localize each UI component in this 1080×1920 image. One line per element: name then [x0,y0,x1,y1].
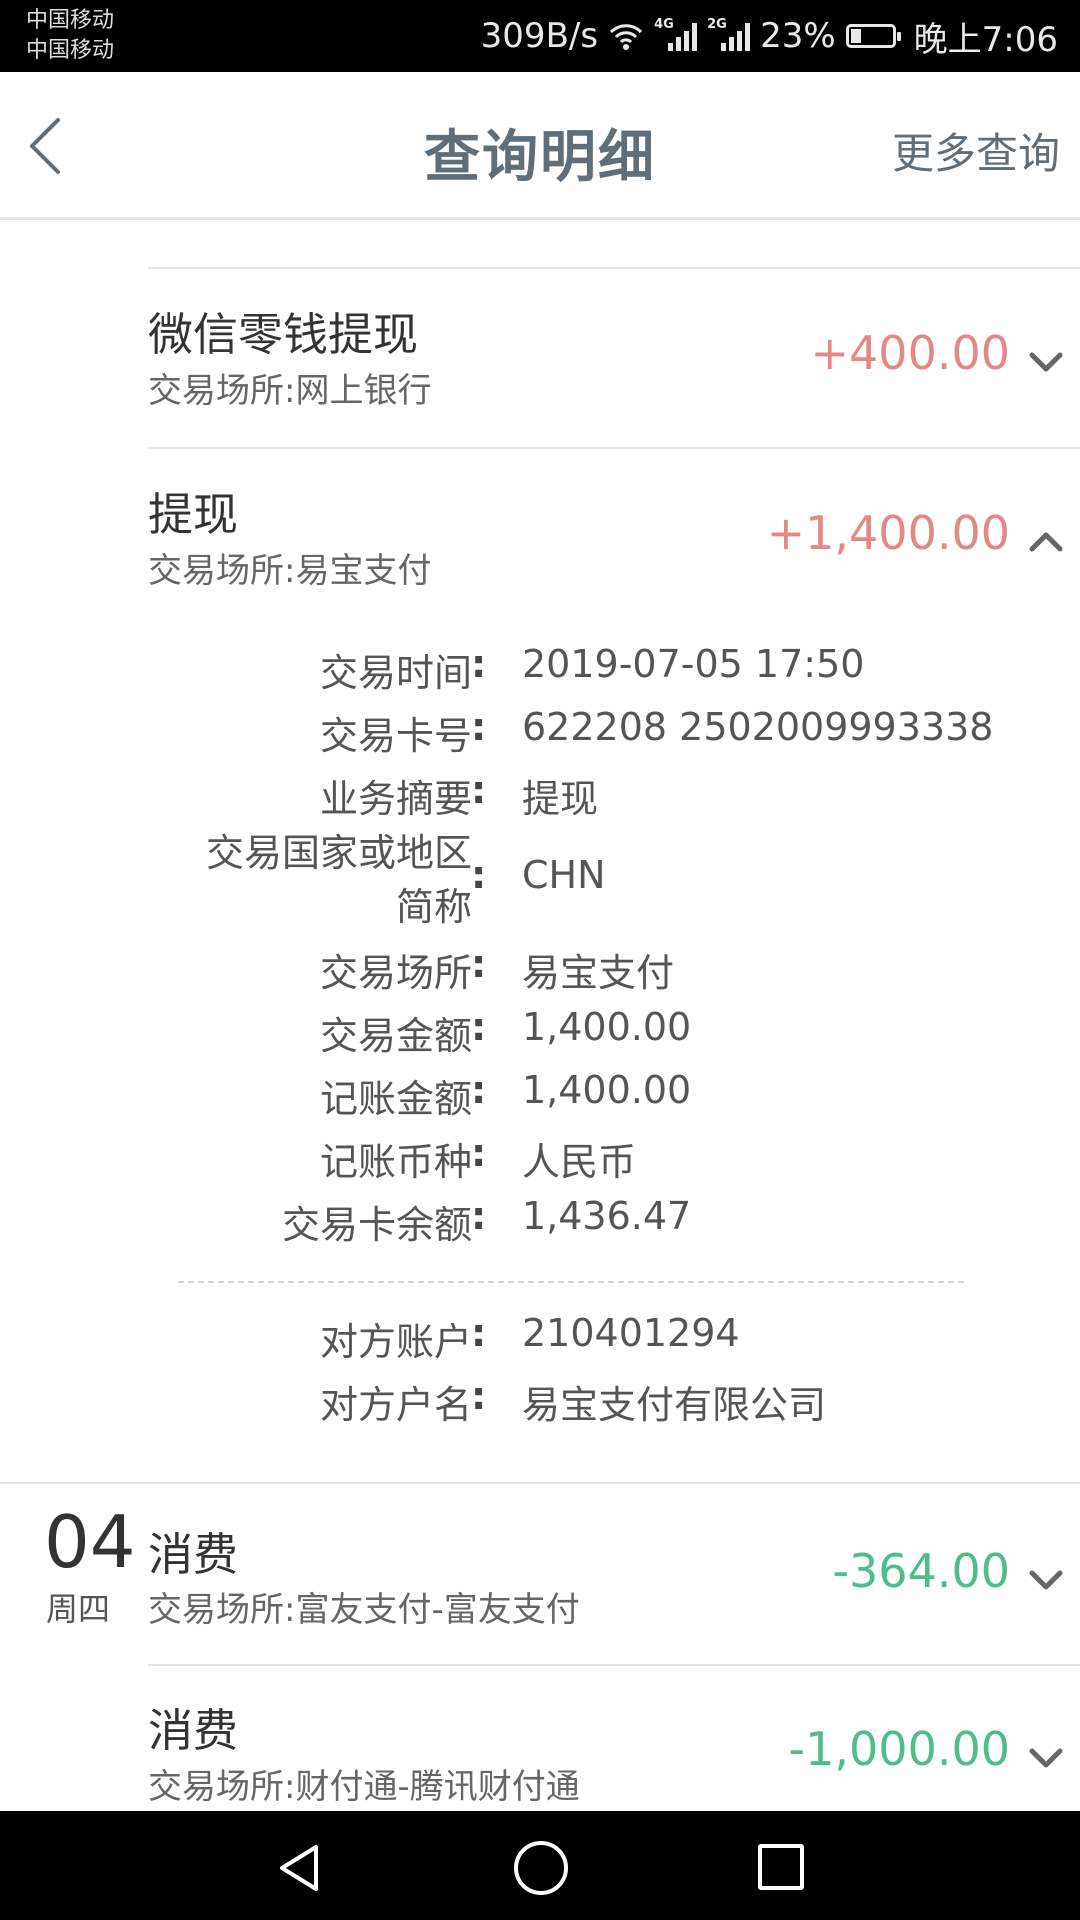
signal-2g-icon: 2G [707,17,751,51]
signal-4g-icon: 4G [654,17,698,51]
transaction-venue: 交易场所:网上银行 [148,371,432,411]
chevron-down-icon[interactable] [1026,347,1066,377]
nav-back-icon[interactable] [276,1843,324,1893]
detail-value: 622208 2502009993338 [522,705,994,749]
status-indicators: 309B/s 4G 2G 23% 晚上7:06 [481,0,1058,72]
detail-label: 交易时间 [319,651,472,695]
more-query-button[interactable]: 更多查询 [892,120,1060,181]
carrier-1: 中国移动 [26,8,115,33]
wifi-icon [609,24,643,50]
detail-label: 业务摘要 [319,777,472,821]
battery-percent: 23% [760,16,836,56]
detail-value: 1,436.47 [522,1194,692,1238]
app-header: 查询明细 更多查询 [0,72,1080,220]
detail-value: 人民币 [522,1140,637,1184]
detail-label: 交易金额 [319,1014,472,1058]
detail-value: 2019-07-05 17:50 [522,642,865,686]
detail-label: 记账币种 [319,1140,472,1184]
transaction-venue: 交易场所:财付通-腾讯财付通 [148,1767,580,1807]
network-speed: 309B/s [480,16,599,56]
transaction-amount: +1,400.00 [766,506,1010,560]
transaction-venue: 交易场所:易宝支付 [148,551,432,591]
divider [148,447,1080,449]
transaction-amount: +400.00 [810,326,1011,380]
detail-label: 交易国家或地区 简称 [205,831,472,929]
transaction-row[interactable]: 微信零钱提现 交易场所:网上银行 +400.00 [0,270,1080,448]
transaction-row[interactable]: 04 周四 消费 交易场所:富友支付-富友支付 -364.00 [0,1484,1080,1664]
transaction-amount: -364.00 [832,1544,1010,1598]
transaction-title: 消费 [148,1704,239,1757]
date-weekday: 周四 [46,1590,111,1628]
transaction-row[interactable]: 消费 交易场所:财付通-腾讯财付通 -1,000.00 [0,1666,1080,1811]
transaction-title: 微信零钱提现 [148,308,419,361]
nav-recents-icon[interactable] [758,1844,804,1890]
transaction-title: 提现 [148,488,239,541]
chevron-down-icon[interactable] [1026,1565,1066,1595]
date-day: 04 [44,1500,136,1584]
chevron-up-icon[interactable] [1026,527,1066,557]
transaction-row[interactable]: 提现 交易场所:易宝支付 +1,400.00 [0,450,1080,620]
clock: 晚上7:06 [913,19,1058,60]
detail-label: 交易卡号 [319,714,472,758]
transaction-title: 消费 [148,1528,239,1581]
battery-icon [845,24,901,48]
detail-value: 1,400.00 [522,1005,692,1049]
nav-home-icon[interactable] [514,1841,568,1895]
divider [148,267,1080,269]
transaction-venue: 交易场所:富友支付-富友支付 [148,1590,580,1630]
transaction-amount: -1,000.00 [788,1722,1010,1776]
detail-value: 易宝支付有限公司 [522,1383,827,1427]
detail-label: 交易场所 [319,951,472,995]
detail-value: 210401294 [522,1311,740,1355]
detail-value: 提现 [522,777,599,821]
detail-label: 对方户名 [319,1383,472,1427]
carrier-2: 中国移动 [26,38,115,63]
detail-value: 1,400.00 [522,1068,692,1112]
detail-label: 交易卡余额 [281,1203,472,1247]
detail-label: 记账金额 [319,1077,472,1121]
system-nav-bar [0,1811,1080,1920]
status-bar: 中国移动 中国移动 309B/s 4G 2G 23% 晚上7:06 [0,0,1080,72]
detail-value: 易宝支付 [522,951,675,995]
detail-value: CHN [522,853,606,897]
dashed-separator [178,1281,964,1283]
detail-label: 对方账户 [319,1320,472,1364]
chevron-down-icon[interactable] [1026,1743,1066,1773]
